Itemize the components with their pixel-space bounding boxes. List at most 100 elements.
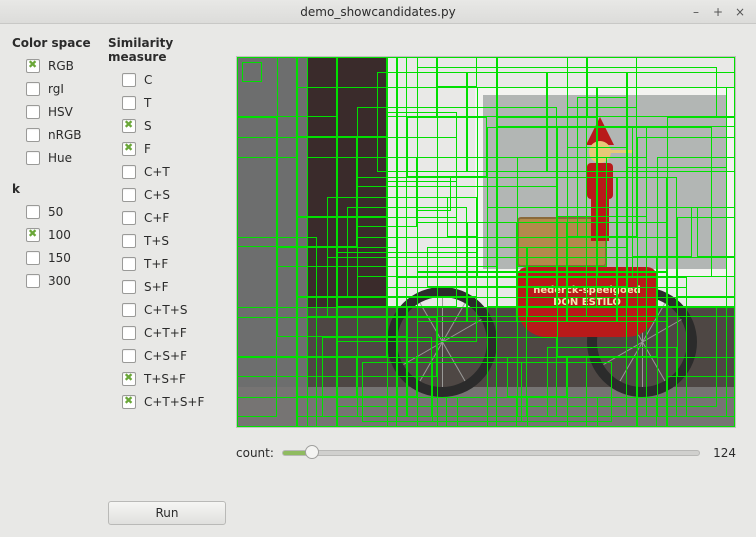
candidate-box [387, 397, 447, 427]
similarity-item[interactable]: C+F [122, 208, 228, 228]
similarity-checkbox[interactable] [122, 211, 136, 225]
k-checkbox[interactable] [26, 274, 40, 288]
color-space-checkbox[interactable] [26, 151, 40, 165]
color-space-checkbox[interactable] [26, 59, 40, 73]
similarity-checkbox[interactable] [122, 349, 136, 363]
similarity-checkbox[interactable] [122, 188, 136, 202]
candidate-box [587, 57, 735, 117]
k-item[interactable]: 300 [26, 271, 100, 291]
count-slider-thumb[interactable] [305, 445, 319, 459]
candidate-box [357, 357, 417, 397]
window-titlebar: demo_showcandidates.py – + × [0, 0, 756, 24]
similarity-label: C+T+S [144, 303, 187, 317]
similarity-checkbox[interactable] [122, 96, 136, 110]
count-slider-row: count: 124 [236, 446, 736, 460]
similarity-label: C+F [144, 211, 169, 225]
similarity-label: T+F [144, 257, 168, 271]
run-button[interactable]: Run [108, 501, 226, 525]
color-space-label: nRGB [48, 128, 81, 142]
right-panel: nederck-speelgoedDON ESTILO count: 124 [236, 36, 744, 525]
color-space-label: rgI [48, 82, 64, 96]
similarity-label: C+T+F [144, 326, 187, 340]
similarity-group: Similarity measure CTSF C+T C+S C+F T+S T+F S+… [108, 36, 228, 415]
similarity-checkbox[interactable] [122, 165, 136, 179]
run-button-label: Run [155, 506, 178, 520]
k-label: 50 [48, 205, 63, 219]
similarity-item[interactable]: S+F [122, 277, 228, 297]
color-space-checkbox[interactable] [26, 128, 40, 142]
similarity-item[interactable]: T [122, 93, 228, 113]
count-value: 124 [708, 446, 736, 460]
similarity-label: C+T [144, 165, 170, 179]
similarity-label: C+S+F [144, 349, 187, 363]
color-space-checkbox[interactable] [26, 105, 40, 119]
color-space-item[interactable]: rgI [26, 79, 100, 99]
similarity-checkbox[interactable] [122, 303, 136, 317]
color-space-label: HSV [48, 105, 73, 119]
similarity-label: T [144, 96, 151, 110]
candidate-box [307, 157, 397, 317]
candidate-box [437, 57, 477, 87]
k-checkbox[interactable] [26, 228, 40, 242]
similarity-checkbox[interactable] [122, 73, 136, 87]
color-space-item[interactable]: Hue [26, 148, 100, 168]
k-heading: k [12, 182, 100, 196]
similarity-item[interactable]: C+S+F [122, 346, 228, 366]
similarity-item[interactable]: T+S+F [122, 369, 228, 389]
similarity-label: S [144, 119, 152, 133]
candidate-box [697, 207, 736, 257]
similarity-item[interactable]: C+T+S [122, 300, 228, 320]
similarity-label: F [144, 142, 151, 156]
k-label: 100 [48, 228, 71, 242]
candidate-box [567, 147, 627, 307]
k-checkbox[interactable] [26, 205, 40, 219]
similarity-label: C+T+S+F [144, 395, 204, 409]
k-item[interactable]: 150 [26, 248, 100, 268]
k-item[interactable]: 100 [26, 225, 100, 245]
similarity-item[interactable]: C+T [122, 162, 228, 182]
similarity-heading: Similarity measure [108, 36, 228, 64]
similarity-item[interactable]: T+S [122, 231, 228, 251]
similarity-checkbox[interactable] [122, 395, 136, 409]
similarity-checkbox[interactable] [122, 257, 136, 271]
candidate-box [667, 357, 735, 427]
similarity-item[interactable]: F [122, 139, 228, 159]
color-space-item[interactable]: RGB [26, 56, 100, 76]
window-title: demo_showcandidates.py [0, 5, 756, 19]
similarity-item[interactable]: C+S [122, 185, 228, 205]
candidate-box [457, 397, 517, 427]
similarity-checkbox[interactable] [122, 234, 136, 248]
similarity-checkbox[interactable] [122, 326, 136, 340]
content-area: Color space RGB rgI HSV nRGB Hue k 50 100 150 3… [0, 24, 756, 537]
candidate-box [632, 207, 692, 257]
color-space-heading: Color space [12, 36, 100, 50]
candidate-box [297, 357, 357, 397]
similarity-item[interactable]: T+F [122, 254, 228, 274]
similarity-item[interactable]: C [122, 70, 228, 90]
k-checkbox[interactable] [26, 251, 40, 265]
candidate-box [507, 357, 567, 397]
similarity-checkbox[interactable] [122, 372, 136, 386]
left-panel: Color space RGB rgI HSV nRGB Hue k 50 100 150 3… [12, 36, 228, 525]
similarity-item[interactable]: S [122, 116, 228, 136]
color-space-item[interactable]: nRGB [26, 125, 100, 145]
similarity-label: T+S [144, 234, 169, 248]
k-label: 300 [48, 274, 71, 288]
color-space-label: Hue [48, 151, 72, 165]
color-space-checkbox[interactable] [26, 82, 40, 96]
color-space-item[interactable]: HSV [26, 102, 100, 122]
similarity-label: C+S [144, 188, 170, 202]
candidate-box [397, 57, 437, 117]
count-slider[interactable] [282, 450, 700, 456]
k-item[interactable]: 50 [26, 202, 100, 222]
candidate-box [487, 127, 557, 307]
similarity-checkbox[interactable] [122, 119, 136, 133]
similarity-checkbox[interactable] [122, 280, 136, 294]
similarity-checkbox[interactable] [122, 142, 136, 156]
color-space-group: Color space RGB rgI HSV nRGB Hue k 50 100 150 3… [12, 36, 100, 415]
similarity-label: S+F [144, 280, 169, 294]
similarity-item[interactable]: C+T+S+F [122, 392, 228, 412]
count-label: count: [236, 446, 274, 460]
similarity-item[interactable]: C+T+F [122, 323, 228, 343]
similarity-label: C [144, 73, 152, 87]
